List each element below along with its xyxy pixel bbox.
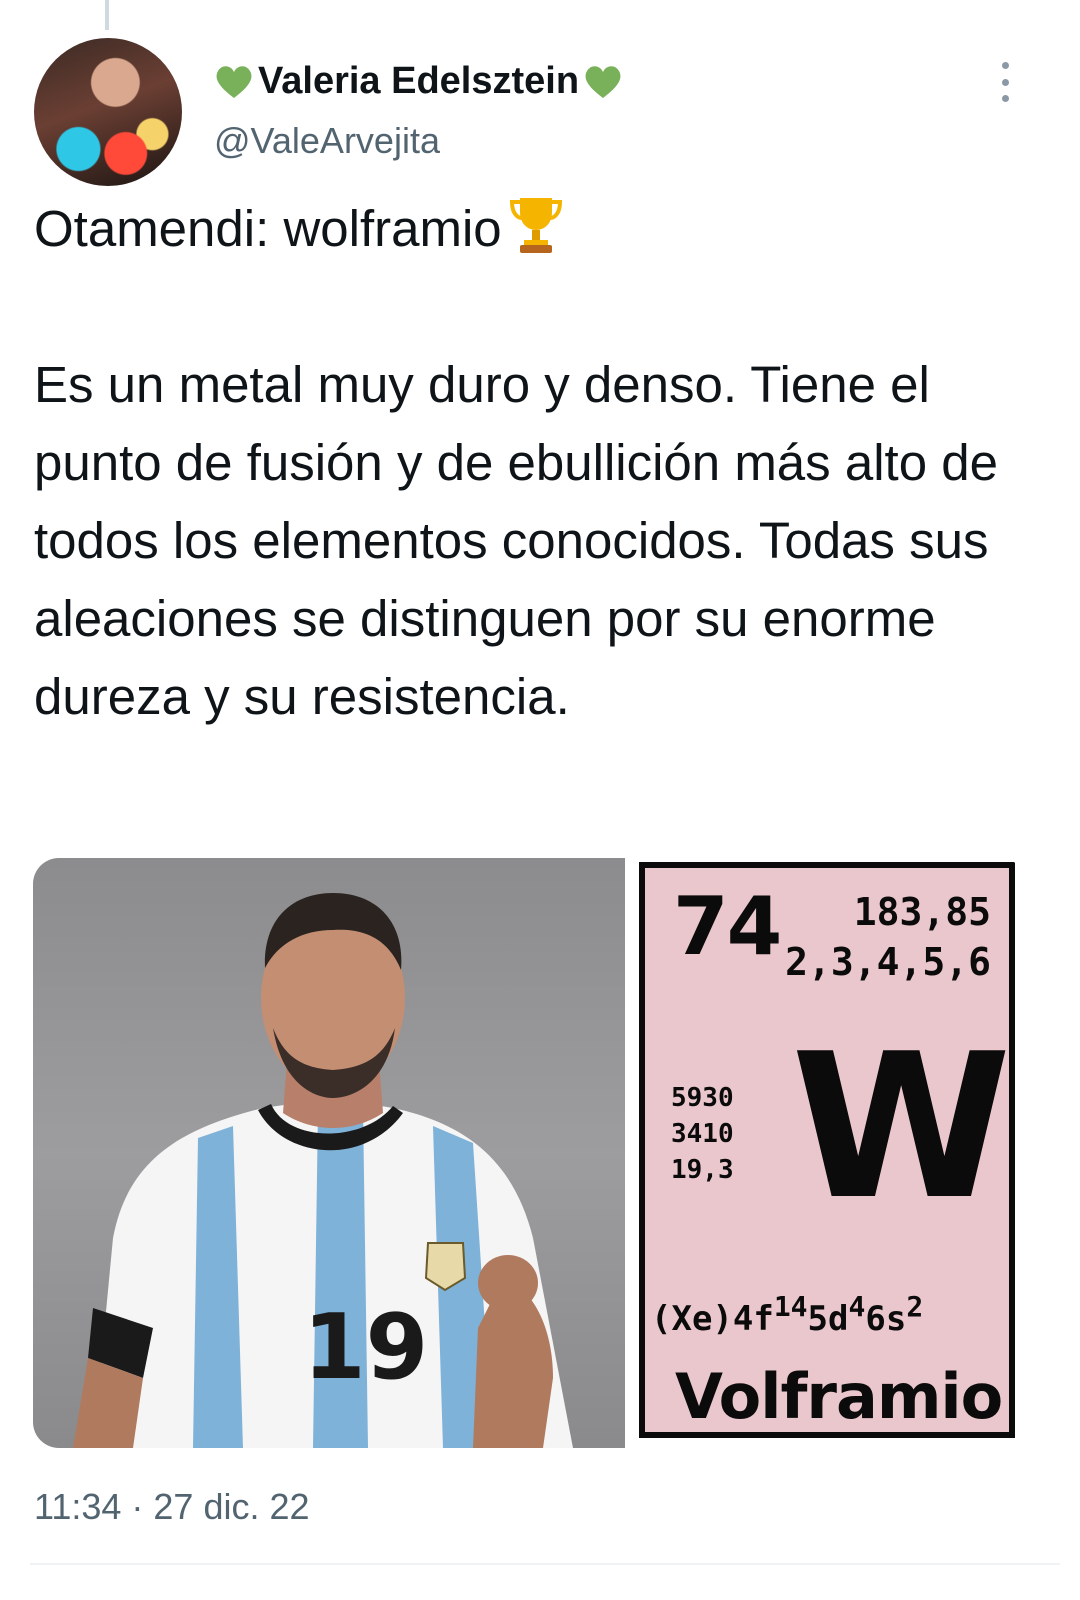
display-name-text: Valeria Edelsztein [258, 60, 580, 102]
player-photo[interactable]: 19 [33, 858, 625, 1448]
divider [30, 1563, 1060, 1565]
config-sup-5d: 4 [848, 1290, 866, 1323]
config-prefix: (Xe)4f [651, 1299, 774, 1339]
atomic-mass: 183,85 [853, 890, 991, 934]
oxidation-states: 2,3,4,5,6 [785, 940, 991, 984]
element-properties: 5930 3410 19,3 [671, 1080, 734, 1188]
config-sup-4f: 14 [773, 1290, 808, 1323]
tweet-title-line: Otamendi: wolframio [34, 200, 502, 257]
element-symbol: W [791, 1011, 1012, 1244]
config-sup-6s: 2 [906, 1290, 924, 1323]
user-handle[interactable]: @ValeArvejita [214, 120, 440, 162]
media-grid[interactable]: 19 74 183,85 2,3,4,5,6 5930 3410 19,3 W … [33, 858, 1026, 1448]
electron-configuration: (Xe)4f145d46s2 [651, 1290, 923, 1339]
tweet-body: Es un metal muy duro y denso. Tiene el p… [34, 356, 1013, 725]
element-name: Volframio [675, 1360, 1003, 1433]
display-name[interactable]: Valeria Edelsztein [214, 60, 623, 103]
periodic-element-card[interactable]: 74 183,85 2,3,4,5,6 5930 3410 19,3 W (Xe… [635, 858, 1026, 1448]
config-6s: 6s [865, 1299, 907, 1339]
trophy-icon [509, 198, 562, 253]
tweet-timestamp[interactable]: 11:34 · 27 dic. 22 [34, 1486, 310, 1528]
tweet-text: Otamendi: wolframio Es un metal muy duro… [34, 190, 1044, 736]
element-cell: 74 183,85 2,3,4,5,6 5930 3410 19,3 W (Xe… [639, 862, 1015, 1438]
config-5d: 5d [807, 1299, 849, 1339]
green-heart-icon [585, 65, 621, 98]
thread-connector-line [105, 0, 109, 30]
atomic-number: 74 [673, 880, 782, 973]
avatar[interactable] [34, 38, 182, 186]
melting-point: 3410 [671, 1119, 734, 1149]
boiling-point: 5930 [671, 1083, 734, 1113]
density: 19,3 [671, 1155, 734, 1185]
jersey-number: 19 [303, 1295, 428, 1400]
player-illustration: 19 [73, 893, 573, 1448]
more-options-icon[interactable] [990, 62, 1020, 102]
green-heart-icon [216, 65, 252, 98]
